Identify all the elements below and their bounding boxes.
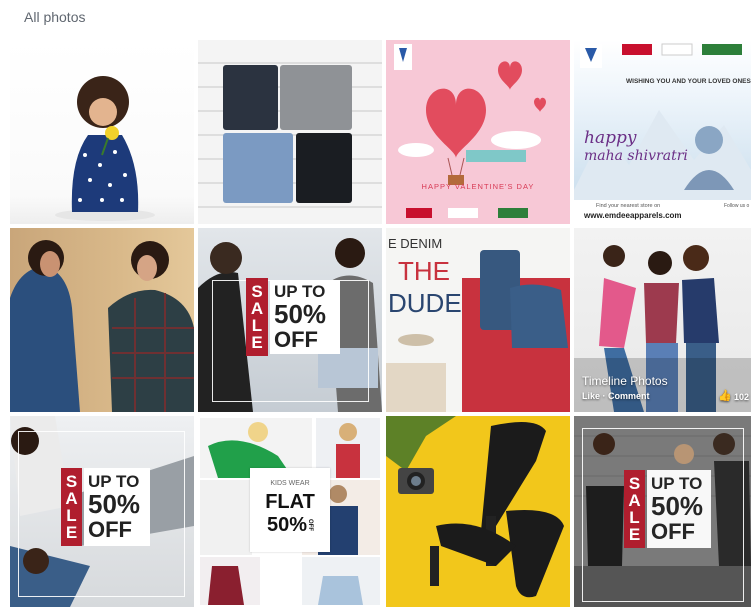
kids-label: KIDS WEAR bbox=[270, 480, 310, 487]
shivratri-url: www.emdeeapparels.com bbox=[584, 211, 682, 220]
valentine-art bbox=[394, 44, 546, 218]
photo-tile-sale-men[interactable]: SALE UP TO 50% OFF bbox=[574, 416, 751, 607]
photo-grid: HAPPY VALENTINE'S DAY WISHING YOU AND YO… bbox=[10, 40, 751, 607]
photo-tile-sale-couple[interactable]: SALE UP TO 50% OFF bbox=[10, 416, 194, 607]
valentine-text: HAPPY VALENTINE'S DAY bbox=[421, 182, 535, 191]
jeans-photo bbox=[223, 65, 352, 203]
sale-offer-box: UP TO 50% OFF bbox=[270, 280, 340, 354]
shivratri-follow: Follow us o bbox=[724, 203, 750, 209]
shivratri-wish: WISHING YOU AND YOUR LOVED ONES bbox=[626, 78, 751, 85]
denim-line3: DUDE bbox=[388, 288, 462, 318]
photo-tile-shivratri[interactable]: WISHING YOU AND YOUR LOVED ONES happy ma… bbox=[574, 40, 751, 224]
photo-tile-valentine[interactable]: HAPPY VALENTINE'S DAY bbox=[386, 40, 570, 224]
timeline-actions[interactable]: Like · Comment bbox=[582, 391, 650, 401]
photo-tile-denim-dude[interactable]: E DENIM THE DUDE bbox=[386, 228, 570, 412]
sale-vertical-label: SALE bbox=[246, 278, 268, 356]
kids-percent: 50%OFF bbox=[266, 514, 314, 536]
heels-photo bbox=[386, 416, 564, 598]
section-title: All photos bbox=[24, 9, 86, 25]
shivratri-title1: happy bbox=[584, 128, 637, 148]
girl-photo bbox=[55, 76, 155, 221]
photo-tile-timeline-photos[interactable]: Timeline Photos Like · Comment 👍 102 bbox=[574, 228, 751, 412]
denim-line2: THE bbox=[398, 256, 450, 286]
kids-flat: FLAT bbox=[265, 491, 315, 513]
like-icon[interactable]: 👍 bbox=[718, 389, 732, 402]
photo-tile-denim-women[interactable] bbox=[10, 228, 194, 412]
sale-vertical-label: SALE bbox=[624, 470, 645, 548]
denim-women-photo bbox=[10, 240, 194, 412]
sale-vertical-label: SALE bbox=[61, 468, 82, 546]
photo-tile-heels-camera[interactable] bbox=[386, 416, 570, 607]
sale-offer-box: UP TO 50% OFF bbox=[84, 468, 150, 546]
sale-offer-box: UP TO 50% OFF bbox=[647, 470, 711, 548]
photo-tile-sale-women[interactable]: SALE UP TO 50% OFF bbox=[198, 228, 382, 412]
photo-tile-kids-wear[interactable]: KIDS WEAR FLAT 50%OFF bbox=[198, 416, 382, 607]
kids-offer-card: KIDS WEAR FLAT 50%OFF bbox=[250, 468, 330, 552]
denim-line1: E DENIM bbox=[388, 236, 443, 251]
shivratri-footer: Find your nearest store on bbox=[596, 203, 661, 209]
photo-tile-girl-flower[interactable] bbox=[10, 40, 194, 224]
like-count: 102 bbox=[734, 392, 750, 402]
timeline-title: Timeline Photos bbox=[582, 374, 668, 388]
photo-tile-jeans-stack[interactable] bbox=[198, 40, 382, 224]
shivratri-title2: maha shivratri bbox=[584, 148, 688, 164]
